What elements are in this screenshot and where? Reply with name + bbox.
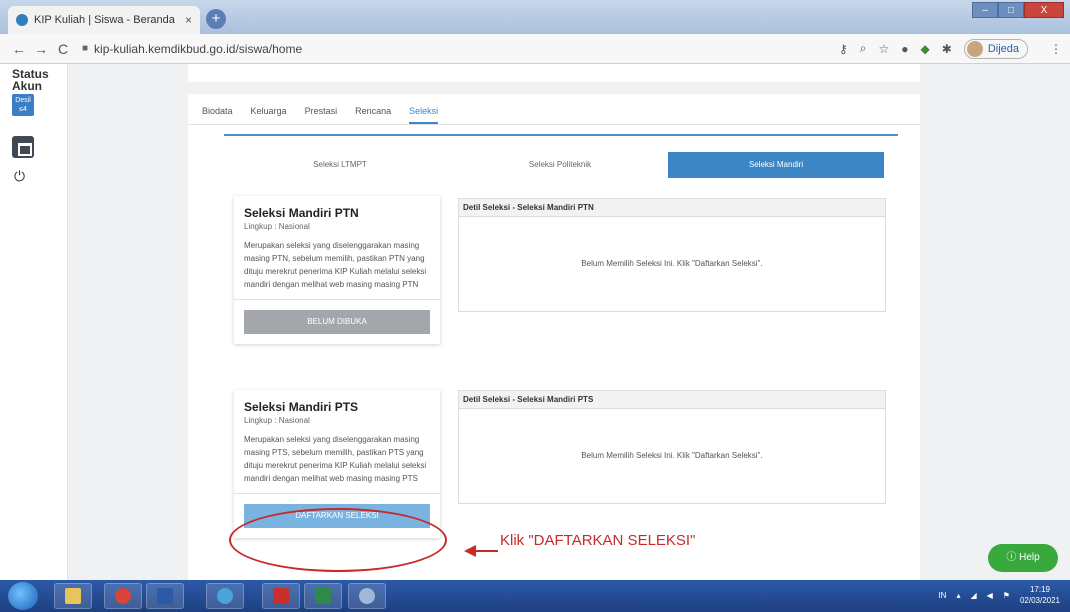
card-description: Merupakan seleksi yang diselenggarakan m… bbox=[244, 435, 427, 483]
card-scope: Lingkup : Nasional bbox=[244, 416, 310, 425]
card-divider bbox=[234, 299, 440, 300]
url-text: kip-kuliah.kemdikbud.go.id/siswa/home bbox=[94, 41, 303, 56]
card-mandiri-ptn: Seleksi Mandiri PTN Lingkup : Nasional M… bbox=[234, 196, 440, 344]
clock-time: 17:19 bbox=[1029, 585, 1050, 594]
card-scope: Lingkup : Nasional bbox=[244, 222, 310, 231]
help-label: Help bbox=[1019, 552, 1040, 563]
flag-icon[interactable]: ⚑ bbox=[1003, 591, 1010, 600]
tab-keluarga[interactable]: Keluarga bbox=[251, 94, 287, 124]
minimize-button[interactable]: – bbox=[972, 2, 998, 18]
detail-mandiri-pts: Detil Seleksi - Seleksi Mandiri PTS Belu… bbox=[458, 390, 886, 504]
app-taskbar-icon[interactable] bbox=[206, 583, 244, 609]
detail-header: Detil Seleksi - Seleksi Mandiri PTN bbox=[459, 199, 885, 217]
lock-icon: ■ bbox=[82, 43, 89, 54]
sidebar: Status Akun Desil ≤4 ⏻ bbox=[0, 64, 68, 580]
star-icon[interactable]: ☆ bbox=[879, 42, 890, 56]
help-icon: ⓘ bbox=[1006, 552, 1020, 563]
profile-tabs: Biodata Keluarga Prestasi Rencana Seleks… bbox=[202, 94, 439, 124]
tray-arrow-icon[interactable]: ▴ bbox=[956, 591, 960, 600]
clock-date: 02/03/2021 bbox=[1019, 596, 1060, 605]
word-taskbar-icon[interactable] bbox=[146, 583, 184, 609]
tab-close-icon[interactable]: × bbox=[185, 13, 192, 27]
main-card: Biodata Keluarga Prestasi Rencana Seleks… bbox=[188, 94, 920, 580]
tab-rencana[interactable]: Rencana bbox=[355, 94, 391, 124]
windows-taskbar: IN ▴ ◢ ◀ ⚑ 17:19 02/03/2021 bbox=[0, 580, 1070, 612]
start-button[interactable] bbox=[8, 582, 38, 610]
power-icon[interactable]: ⏻ bbox=[14, 168, 25, 185]
puzzle-icon[interactable]: ✱ bbox=[942, 42, 952, 56]
detail-body: Belum Memilih Seleksi Ini. Klik "Daftark… bbox=[581, 259, 763, 268]
tab-seleksi[interactable]: Seleksi bbox=[409, 94, 439, 124]
dashboard-icon[interactable] bbox=[12, 136, 34, 158]
card-divider bbox=[234, 493, 440, 494]
profile-name: Dijeda bbox=[987, 42, 1019, 55]
globe-taskbar-icon[interactable] bbox=[348, 583, 386, 609]
pdf-taskbar-icon[interactable] bbox=[262, 583, 300, 609]
extension-green-icon[interactable]: ◆ bbox=[921, 42, 930, 56]
card-title: Seleksi Mandiri PTS bbox=[244, 400, 359, 414]
status-akun-label: Status Akun bbox=[12, 67, 49, 93]
profile-button[interactable]: Dijeda bbox=[963, 38, 1028, 59]
detail-body: Belum Memilih Seleksi Ini. Klik "Daftark… bbox=[581, 451, 763, 460]
tab-title: KIP Kuliah | Siswa - Beranda bbox=[34, 14, 175, 26]
new-tab-button[interactable]: + bbox=[206, 9, 226, 29]
card-title: Seleksi Mandiri PTN bbox=[244, 206, 359, 220]
address-bar: ← → C ■ kip-kuliah.kemdikbud.go.id/siswa… bbox=[0, 34, 1070, 64]
browser-tab[interactable]: KIP Kuliah | Siswa - Beranda × bbox=[8, 6, 200, 34]
subtab-ltmpt[interactable]: Seleksi LTMPT bbox=[232, 152, 448, 178]
system-tray: IN ▴ ◢ ◀ ⚑ 17:19 02/03/2021 bbox=[938, 584, 1060, 606]
reload-icon[interactable]: C bbox=[52, 41, 74, 57]
detail-mandiri-ptn: Detil Seleksi - Seleksi Mandiri PTN Belu… bbox=[458, 198, 886, 312]
close-window-button[interactable]: X bbox=[1024, 2, 1064, 18]
back-icon[interactable]: ← bbox=[8, 41, 30, 57]
forward-icon[interactable]: → bbox=[30, 41, 52, 57]
annotation-text: Klik "DAFTARKAN SELEKSI" bbox=[500, 532, 696, 549]
chrome-taskbar-icon[interactable] bbox=[104, 583, 142, 609]
avatar bbox=[966, 40, 983, 57]
browser-tabbar: KIP Kuliah | Siswa - Beranda × + – □ X bbox=[0, 0, 1070, 34]
belum-dibuka-button: BELUM DIBUKA bbox=[244, 310, 430, 334]
profile-card bbox=[188, 64, 920, 82]
key-icon[interactable]: ⚷ bbox=[839, 42, 848, 56]
language-indicator[interactable]: IN bbox=[938, 591, 946, 600]
tab-prestasi[interactable]: Prestasi bbox=[305, 94, 338, 124]
explorer-taskbar-icon[interactable] bbox=[54, 583, 92, 609]
kip-favicon-icon bbox=[16, 14, 28, 26]
subtab-mandiri[interactable]: Seleksi Mandiri bbox=[668, 152, 884, 178]
maximize-button[interactable]: □ bbox=[998, 2, 1024, 18]
help-button[interactable]: ⓘ Help bbox=[988, 544, 1058, 572]
extension-dot-icon[interactable]: ● bbox=[901, 42, 908, 56]
zoom-icon[interactable]: ⌕ bbox=[860, 41, 867, 56]
url-field[interactable]: ■ kip-kuliah.kemdikbud.go.id/siswa/home bbox=[82, 42, 839, 56]
tabs-divider bbox=[188, 124, 920, 125]
clock[interactable]: 17:19 02/03/2021 bbox=[1020, 584, 1060, 606]
excel-taskbar-icon[interactable] bbox=[304, 583, 342, 609]
window-controls: – □ X bbox=[972, 2, 1064, 18]
subtab-politeknik[interactable]: Seleksi Politeknik bbox=[452, 152, 668, 178]
volume-icon[interactable]: ◀ bbox=[987, 591, 993, 600]
detail-header: Detil Seleksi - Seleksi Mandiri PTS bbox=[459, 391, 885, 409]
network-icon[interactable]: ◢ bbox=[970, 591, 976, 600]
menu-icon[interactable]: ⋮ bbox=[1050, 42, 1062, 56]
browser-toolbar: ⚷ ⌕ ☆ ● ◆ ✱ Dijeda ⋮ bbox=[839, 38, 1062, 59]
annotation-ellipse bbox=[229, 508, 447, 572]
desil-badge: Desil ≤4 bbox=[12, 94, 34, 116]
card-description: Merupakan seleksi yang diselenggarakan m… bbox=[244, 241, 427, 289]
tab-biodata[interactable]: Biodata bbox=[202, 94, 233, 124]
